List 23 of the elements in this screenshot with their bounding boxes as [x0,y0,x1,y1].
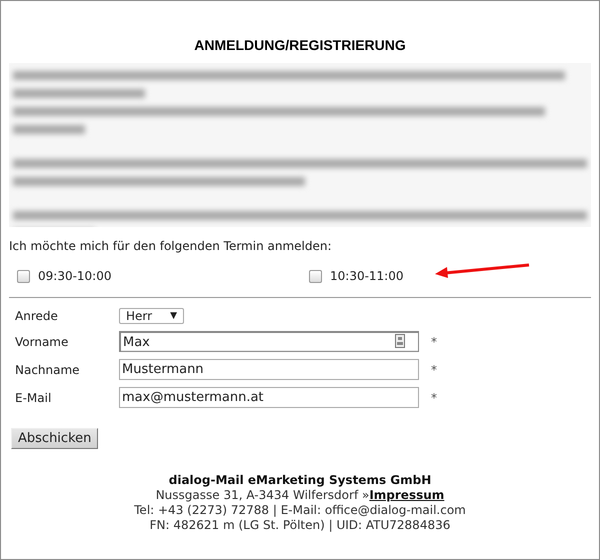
company-name: dialog-Mail eMarketing Systems GmbH [168,473,432,488]
time-slot-label: 09:30-10:00 [38,269,112,283]
field-label: E-Mail [15,390,52,404]
checkbox[interactable] [17,270,30,282]
field-label: Nachname [15,362,80,376]
text-field[interactable]: Max [119,331,419,352]
required-mark: * [431,390,437,404]
field-label: Anrede [15,309,58,323]
address-text: Nussgasse 31, A-3434 Wilfersdorf »Impressum [156,488,444,503]
field-label: Vorname [15,334,68,348]
time-slot-label: 10:30-11:00 [330,269,404,283]
submit-button[interactable]: Abschicken [11,428,98,449]
imprint-link[interactable]: Impressum [369,488,444,502]
required-mark: * [431,362,437,376]
required-mark: * [431,334,437,348]
text-field[interactable]: Mustermann [119,359,419,380]
checkbox[interactable] [309,270,322,282]
contact-text: Tel: +43 (2273) 72788 | E-Mail: office@dialog-mail.com [134,503,466,518]
text-field[interactable]: max@mustermann.at [119,387,419,408]
appointment-prompt: Ich möchte mich für den folgenden Termin anmelden: [9,239,332,253]
page-title: ANMELDUNG/REGISTRIERUNG [193,37,407,53]
register-text: FN: 482621 m (LG St. Pölten) | UID: ATU72884836 [150,518,450,533]
salutation-dropdown[interactable]: Herr ▼ [119,308,184,324]
